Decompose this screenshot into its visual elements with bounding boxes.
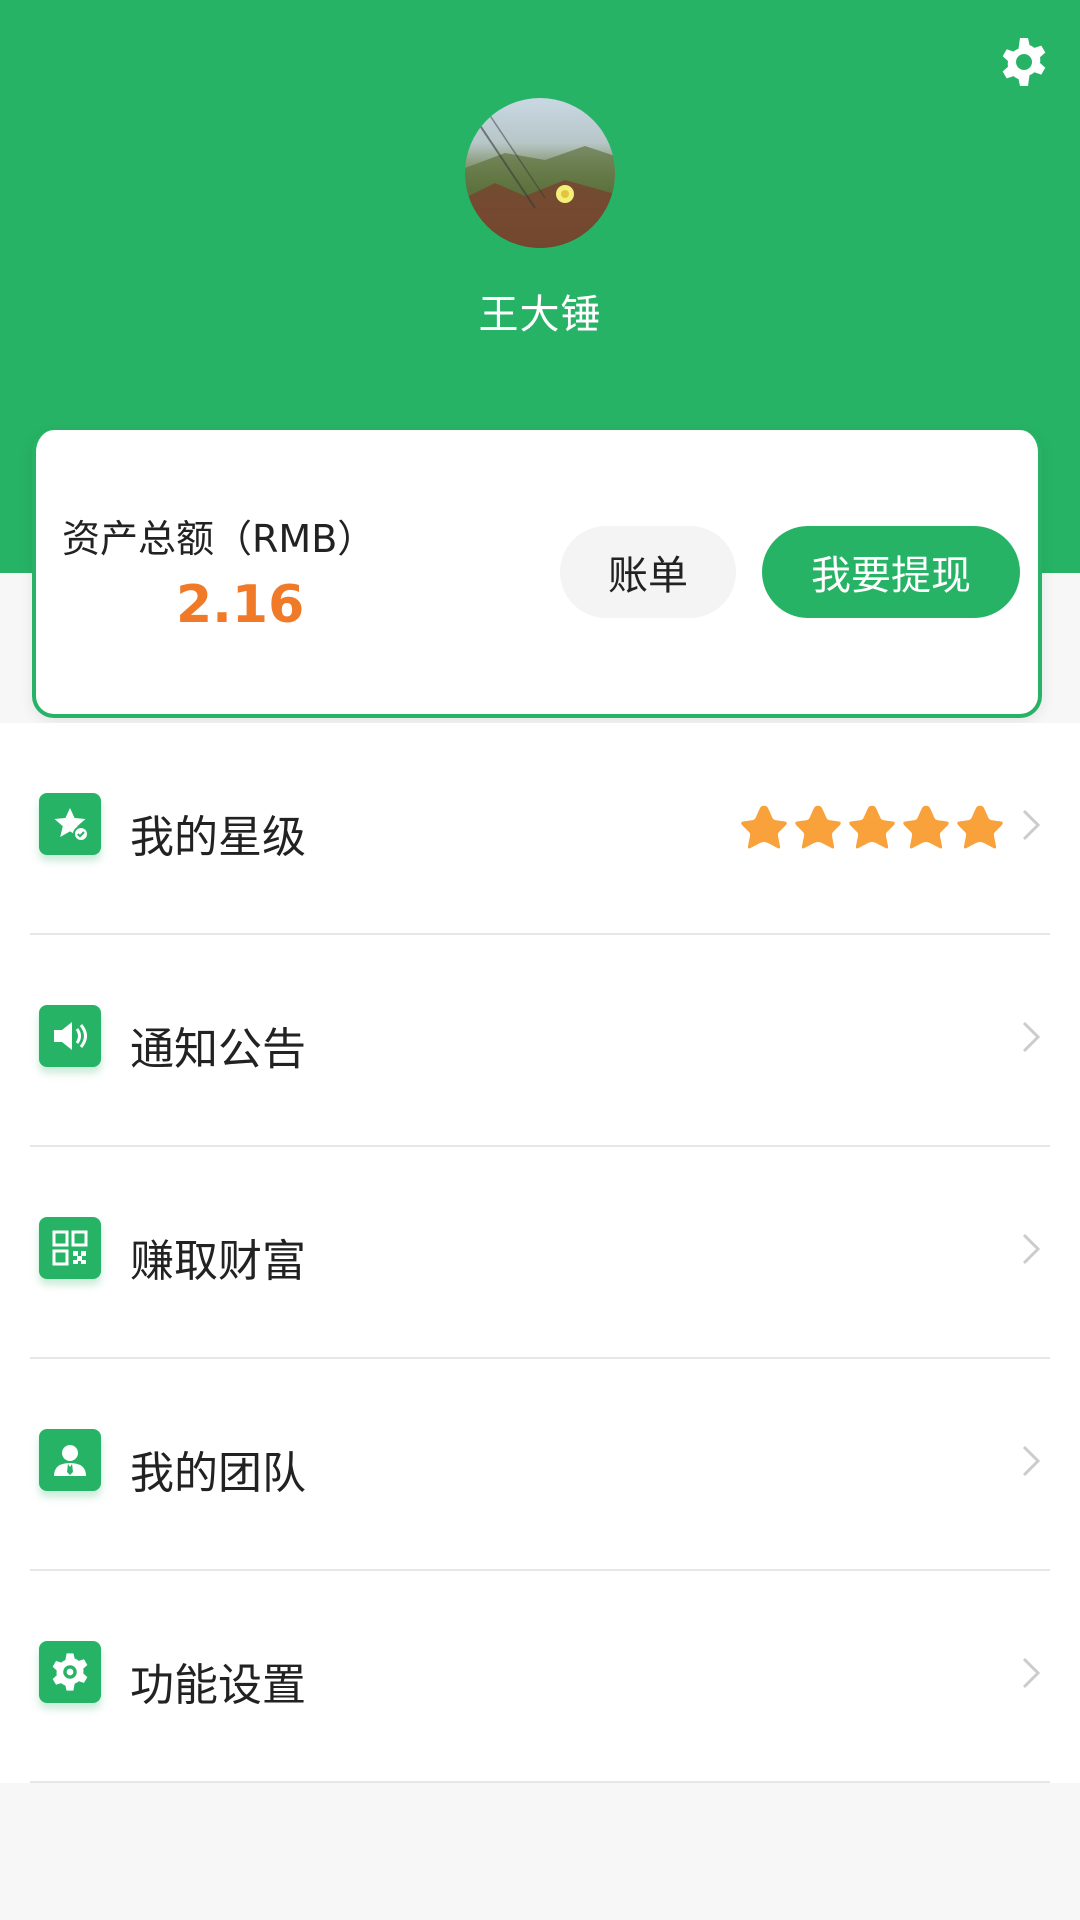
bill-button[interactable]: 账单: [560, 526, 736, 618]
menu-label-my-team: 我的团队: [130, 1448, 306, 1499]
star-icon: [903, 805, 949, 849]
star-icon: [741, 805, 787, 849]
divider: [30, 1781, 1050, 1783]
qr-code-icon: [39, 1217, 101, 1279]
asset-total-label: 资产总额（RMB）: [62, 517, 376, 561]
asset-total-value: 2.16: [176, 575, 305, 635]
star-badge-icon: [39, 793, 101, 855]
menu-label-function-settings: 功能设置: [130, 1660, 306, 1711]
chevron-right-icon: [1022, 809, 1041, 841]
chevron-right-icon: [1022, 1657, 1041, 1689]
menu-label-notices: 通知公告: [130, 1024, 306, 1075]
chevron-right-icon: [1022, 1021, 1041, 1053]
star-icon: [795, 805, 841, 849]
avatar[interactable]: [465, 98, 615, 248]
chevron-right-icon: [1022, 1445, 1041, 1477]
user-icon: [39, 1429, 101, 1491]
gear-icon: [1002, 38, 1046, 86]
menu-label-star-level: 我的星级: [130, 812, 306, 863]
menu-item-function-settings[interactable]: 功能设置: [0, 1571, 1080, 1783]
username: 王大锤: [478, 292, 602, 338]
menu-item-my-team[interactable]: 我的团队: [0, 1359, 1080, 1571]
menu-label-earn-wealth: 赚取财富: [130, 1236, 306, 1287]
gear-icon: [39, 1641, 101, 1703]
chevron-right-icon: [1022, 1233, 1041, 1265]
menu-item-star-level[interactable]: 我的星级: [0, 723, 1080, 935]
menu-list: 我的星级 通知公告 赚取财富 我的团队 功能设置: [0, 723, 1080, 1783]
asset-card: 资产总额（RMB） 2.16 账单 我要提现: [32, 430, 1042, 718]
avatar-photo: [465, 107, 615, 248]
settings-button[interactable]: [998, 36, 1050, 88]
star-icon: [957, 805, 1003, 849]
star-icon: [849, 805, 895, 849]
menu-item-notices[interactable]: 通知公告: [0, 935, 1080, 1147]
menu-item-earn-wealth[interactable]: 赚取财富: [0, 1147, 1080, 1359]
speaker-icon: [39, 1005, 101, 1067]
star-rating: [738, 803, 1006, 853]
withdraw-button[interactable]: 我要提现: [762, 526, 1020, 618]
